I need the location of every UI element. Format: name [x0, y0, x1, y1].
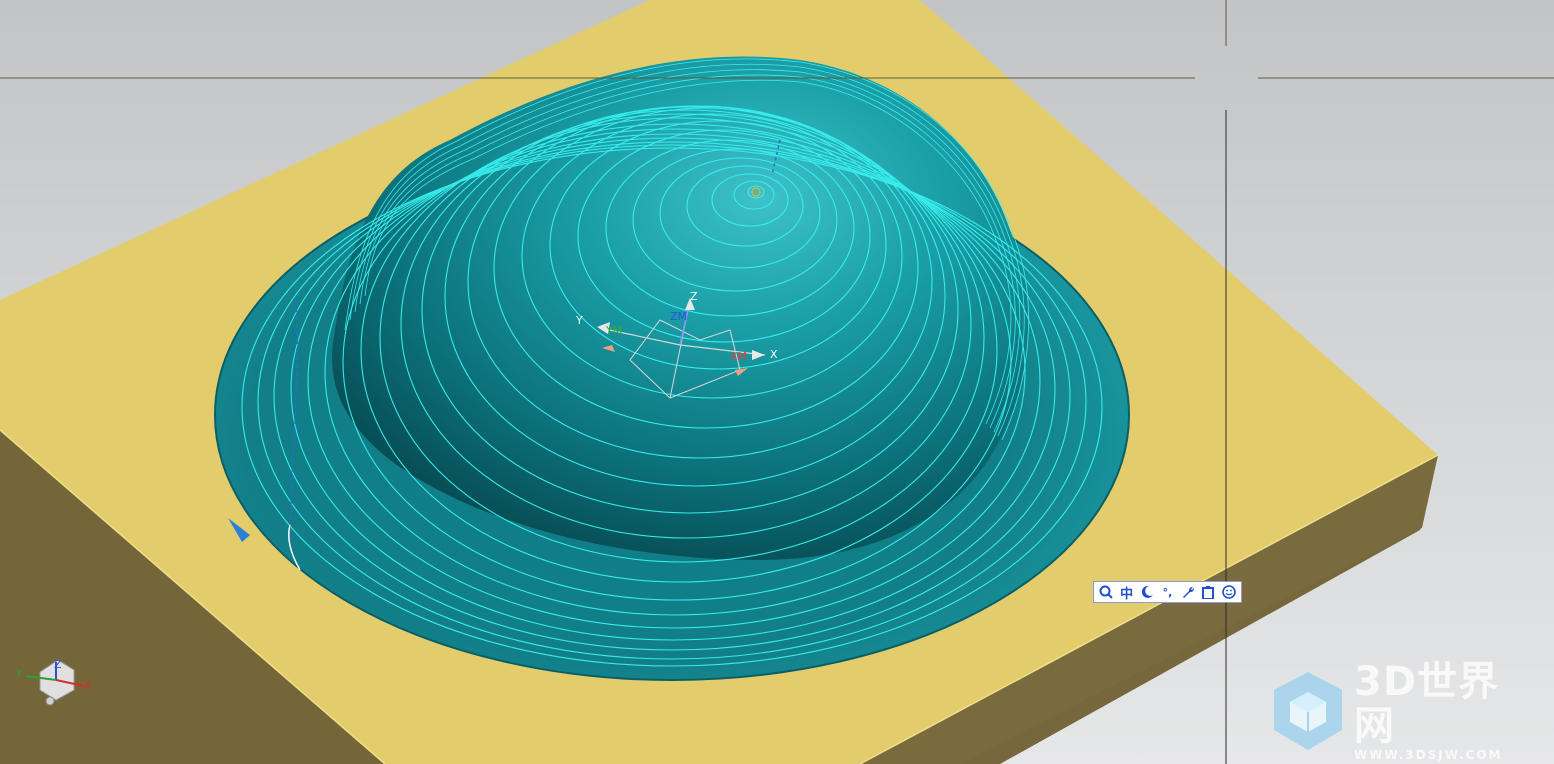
cam-scene[interactable]: XM YM ZM X Y Z X Y Z	[0, 0, 1554, 764]
punctuation-icon: °,	[1162, 585, 1173, 599]
mcs-xm-label: XM	[730, 350, 747, 363]
wrench-icon	[1182, 586, 1194, 598]
ime-settings-button[interactable]	[1179, 583, 1197, 601]
search-icon	[1099, 585, 1113, 599]
ime-chinese-mode-button[interactable]: 中	[1118, 583, 1136, 602]
triad-z-label: Z	[54, 658, 62, 671]
mcs-zm-label: ZM	[670, 310, 687, 323]
cube-logo-icon	[1274, 672, 1342, 750]
watermark-url: WWW.3DSJW.COM	[1353, 748, 1503, 762]
half-width-moon-icon	[1141, 585, 1154, 598]
clipboard-icon	[1202, 586, 1215, 599]
watermark: 3D世界网 WWW.3DSJW.COM	[1270, 660, 1540, 762]
watermark-title: 3D世界网	[1353, 659, 1500, 749]
wcs-y-label: Y	[575, 314, 583, 327]
ime-punctuation-button[interactable]: °,	[1158, 583, 1176, 601]
mcs-ym-label: YM	[605, 324, 622, 337]
wcs-x-label: X	[770, 348, 778, 361]
ime-half-width-button[interactable]	[1138, 583, 1156, 601]
triad-x-label: X	[84, 679, 92, 692]
chinese-mode-icon: 中	[1120, 586, 1134, 602]
ime-toolbar: 中 °,	[1093, 581, 1242, 603]
smiley-icon	[1221, 585, 1236, 599]
ime-search-button[interactable]	[1097, 583, 1115, 601]
ime-clipboard-button[interactable]	[1199, 583, 1217, 601]
ime-emoji-button[interactable]	[1220, 583, 1238, 601]
wcs-z-label: Z	[690, 290, 698, 303]
graphics-viewport[interactable]: XM YM ZM X Y Z X Y Z	[0, 0, 1554, 764]
triad-y-label: Y	[15, 667, 23, 680]
